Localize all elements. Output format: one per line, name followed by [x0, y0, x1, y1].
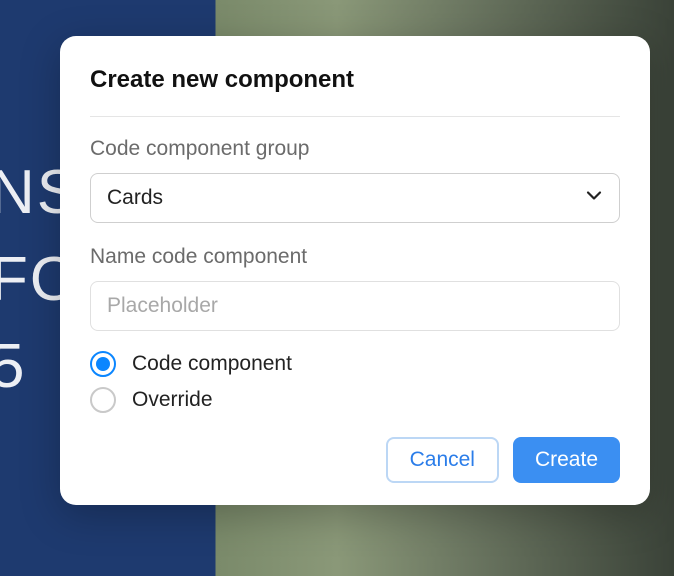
radio-icon: [90, 387, 116, 413]
radio-override[interactable]: Override: [90, 387, 620, 413]
create-button[interactable]: Create: [513, 437, 620, 483]
radio-label: Override: [132, 388, 213, 412]
radio-code-component[interactable]: Code component: [90, 351, 620, 377]
group-select-value: Cards: [107, 186, 163, 210]
radio-icon: [90, 351, 116, 377]
name-label: Name code component: [90, 245, 620, 269]
group-label: Code component group: [90, 137, 620, 161]
type-radio-group: Code component Override: [90, 351, 620, 413]
group-select[interactable]: Cards: [90, 173, 620, 223]
cancel-button[interactable]: Cancel: [386, 437, 499, 483]
modal-title: Create new component: [90, 66, 620, 94]
divider: [90, 116, 620, 117]
modal-footer: Cancel Create: [90, 437, 620, 483]
create-component-modal: Create new component Code component grou…: [60, 36, 650, 505]
name-input[interactable]: [90, 281, 620, 331]
radio-label: Code component: [132, 352, 292, 376]
